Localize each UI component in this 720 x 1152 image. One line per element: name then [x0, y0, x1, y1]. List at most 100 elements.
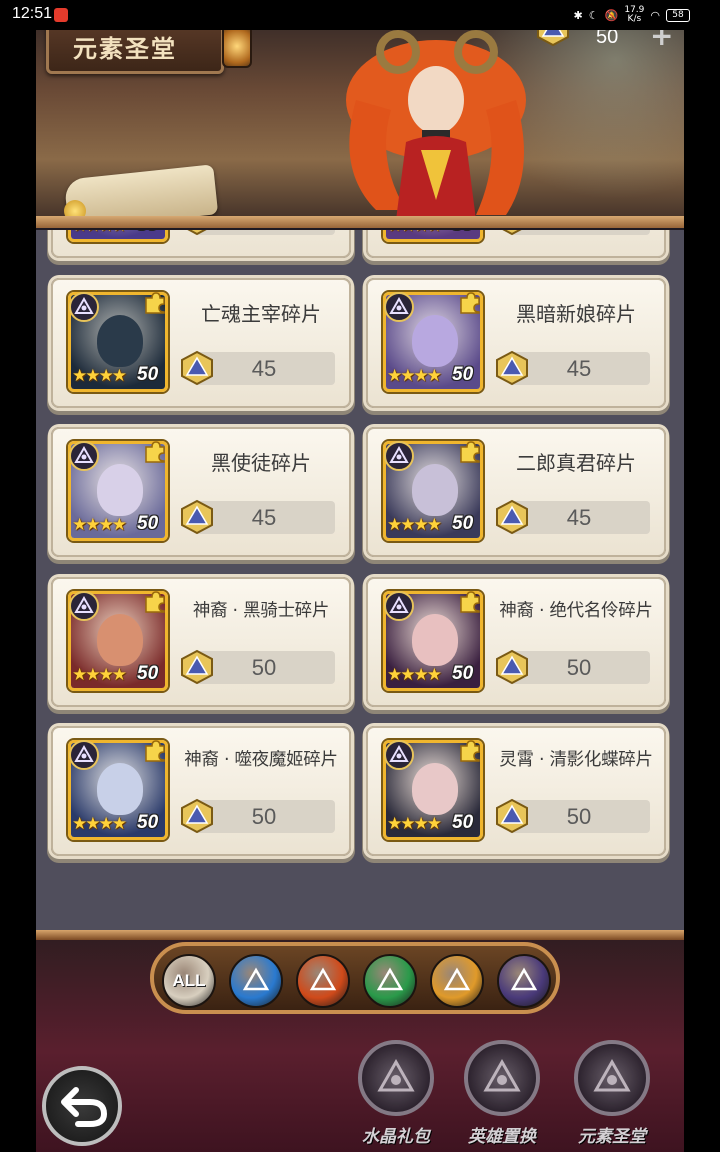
hero-swap-icon — [464, 1040, 540, 1116]
element-crystal-icon — [181, 350, 213, 385]
water-element-icon — [242, 967, 270, 991]
shard-puzzle-icon — [460, 291, 480, 314]
hero-face — [97, 314, 143, 367]
hero-illustration — [346, 30, 526, 220]
element-crystal-icon — [496, 798, 528, 834]
battery-icon: 58 — [666, 8, 690, 22]
shard-item-card[interactable]: ★★★★ 50 黑暗新娘碎片 45 — [366, 277, 666, 408]
light-element-filter-button[interactable] — [430, 954, 484, 1008]
shard-name: 黑暗新娘碎片 — [516, 301, 636, 326]
network-speed: 17.9 K/s — [624, 5, 645, 24]
star-rating: ★★★★ — [387, 814, 442, 834]
star-rating: ★★★★ — [387, 230, 442, 236]
element-filter-tray: ALL — [150, 942, 560, 1014]
all-filter-filter-button[interactable]: ALL — [162, 954, 216, 1008]
shard-item-card[interactable]: ★★★★ 50 45 — [366, 230, 666, 258]
shard-item-card[interactable]: ★★★★ 50 神裔 · 噬夜魔姬碎片 50 — [51, 726, 351, 856]
mute-icon: 🔕 — [604, 8, 619, 22]
shard-item-card[interactable]: ★★★★ 50 灵霄 · 清影化蝶碎片 50 — [366, 726, 666, 856]
element-crystal-icon — [496, 649, 528, 684]
shard-puzzle-icon — [460, 590, 480, 613]
element-crystal-icon — [496, 350, 528, 385]
shard-puzzle-icon — [145, 740, 165, 762]
hero-level: 50 — [137, 812, 159, 833]
dark-faction-icon — [69, 740, 99, 770]
dark-element-filter-button[interactable] — [497, 954, 551, 1008]
shard-item-card[interactable]: ★★★★ 50 45 — [51, 230, 351, 258]
dark-faction-icon — [384, 740, 414, 770]
hero-level: 50 — [452, 662, 474, 684]
star-rating: ★★★★ — [387, 664, 442, 685]
back-button[interactable] — [42, 1066, 122, 1146]
hero-face — [97, 613, 143, 666]
nav-label: 英雄置换 — [468, 1127, 536, 1147]
hero-level: 50 — [137, 662, 159, 684]
element-crystal-icon — [502, 230, 522, 236]
hero-level: 50 — [137, 230, 158, 236]
hero-level: 50 — [137, 363, 159, 385]
bottom-bar: ALL 水晶礼包 英雄置换 元素圣堂 — [36, 930, 684, 1152]
status-bar: 12:51 ✱ ☾ 🔕 17.9 K/s ◠ 58 — [0, 0, 720, 30]
element-crystal-icon — [181, 649, 213, 684]
all-filter-icon: ALL — [172, 971, 206, 990]
shard-name: 亡魂主宰碎片 — [201, 301, 321, 326]
star-rating: ★★★★ — [72, 365, 127, 386]
moon-icon: ☾ — [588, 8, 599, 22]
wifi-icon: ◠ — [650, 8, 660, 22]
dark-element-icon — [510, 967, 538, 991]
shard-name: 二郎真君碎片 — [516, 451, 636, 475]
element-crystal-icon — [187, 230, 207, 236]
shard-item-card[interactable]: ★★★★ 50 二郎真君碎片 45 — [366, 427, 666, 557]
nav-element-sanctum[interactable]: 元素圣堂 — [562, 1040, 662, 1150]
header: 元素圣堂 50 + — [36, 0, 684, 228]
star-rating: ★★★★ — [72, 230, 127, 236]
element-crystal-icon — [496, 499, 528, 535]
wind-element-filter-button[interactable] — [363, 954, 417, 1008]
shard-puzzle-icon — [460, 441, 480, 463]
page-title: 元素圣堂 — [73, 34, 177, 63]
water-element-filter-button[interactable] — [229, 954, 283, 1008]
header-ledge — [36, 216, 684, 228]
shard-puzzle-icon — [145, 291, 165, 314]
shard-item-card[interactable]: ★★★★ 50 神裔 · 黑骑士碎片 50 — [51, 576, 351, 707]
hero-level: 50 — [137, 513, 159, 534]
star-rating: ★★★★ — [72, 664, 127, 685]
shard-puzzle-icon — [145, 590, 165, 613]
hero-face — [412, 613, 458, 666]
shard-item-card[interactable]: ★★★★ 50 亡魂主宰碎片 45 — [51, 277, 351, 408]
light-element-icon — [443, 967, 471, 991]
dark-faction-icon — [69, 441, 99, 471]
bottom-ledge — [36, 930, 684, 940]
shard-puzzle-icon — [460, 740, 480, 762]
hero-level: 50 — [452, 230, 473, 236]
status-icons: ✱ ☾ 🔕 17.9 K/s ◠ 58 — [574, 6, 690, 24]
weibo-notification-icon — [54, 8, 68, 22]
shard-name: 神裔 · 绝代名伶碎片 — [499, 600, 653, 621]
dark-faction-icon — [384, 291, 414, 322]
shard-shop-list[interactable]: ★★★★ 50 45 ★★★★ 50 45 — [36, 230, 684, 930]
element-crystal-icon — [181, 798, 213, 834]
nav-label: 元素圣堂 — [578, 1127, 646, 1147]
hero-level: 50 — [452, 812, 474, 833]
nav-hero-swap[interactable]: 英雄置换 — [452, 1040, 552, 1150]
nav-crystal-pack[interactable]: 水晶礼包 — [346, 1040, 446, 1150]
fire-element-filter-button[interactable] — [296, 954, 350, 1008]
shard-name: 神裔 · 黑骑士碎片 — [192, 600, 330, 621]
crystal-pack-icon — [358, 1040, 434, 1116]
nav-label: 水晶礼包 — [362, 1127, 430, 1147]
hero-level: 50 — [452, 363, 474, 385]
game-screen: 元素圣堂 50 + ★★★★ 50 亡魂主宰碎片 45 ★★★★ 50 黑暗新娘… — [36, 0, 684, 1152]
element-sanctum-icon — [574, 1040, 650, 1116]
dark-faction-icon — [384, 441, 414, 471]
dark-faction-icon — [69, 590, 99, 621]
hero-face — [412, 314, 458, 367]
wind-element-icon — [376, 967, 404, 991]
shard-puzzle-icon — [145, 441, 165, 463]
back-arrow-icon — [61, 1087, 108, 1127]
hero-face — [97, 763, 143, 815]
dark-faction-icon — [384, 590, 414, 621]
hero-face — [97, 464, 143, 516]
shard-item-card[interactable]: ★★★★ 50 黑使徒碎片 45 — [51, 427, 351, 557]
shard-name: 神裔 · 噬夜魔姬碎片 — [184, 750, 338, 770]
shard-item-card[interactable]: ★★★★ 50 神裔 · 绝代名伶碎片 50 — [366, 576, 666, 707]
